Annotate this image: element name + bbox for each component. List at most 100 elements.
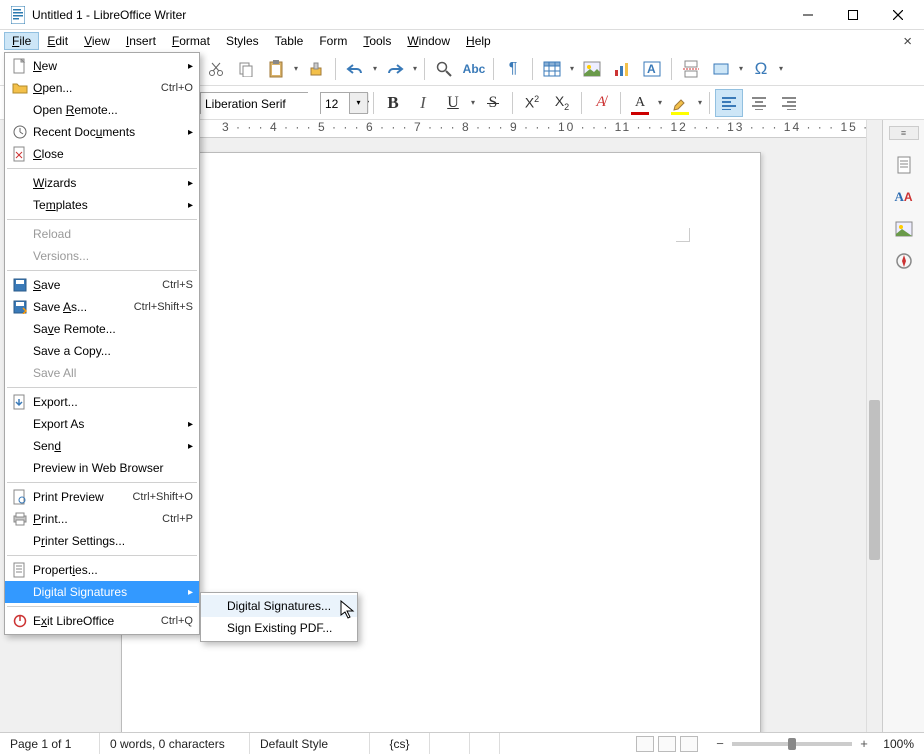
menu-window[interactable]: Window bbox=[399, 32, 458, 50]
sidebar-properties-button[interactable] bbox=[889, 150, 919, 180]
cut-button[interactable] bbox=[202, 55, 230, 83]
menu-help[interactable]: Help bbox=[458, 32, 499, 50]
menu-item-close[interactable]: Close bbox=[5, 143, 199, 165]
menu-file[interactable]: File bbox=[4, 32, 39, 50]
strikethrough-button[interactable]: S bbox=[479, 89, 507, 117]
status-page[interactable]: Page 1 of 1 bbox=[0, 733, 100, 754]
zoom-slider-knob[interactable] bbox=[788, 738, 796, 750]
insert-table-button[interactable] bbox=[538, 55, 566, 83]
menu-item-open-remote[interactable]: Open Remote... bbox=[5, 99, 199, 121]
menu-item-templates[interactable]: Templates▸ bbox=[5, 194, 199, 216]
font-size-dropdown[interactable]: ▾ bbox=[349, 93, 367, 113]
redo-button[interactable] bbox=[381, 55, 409, 83]
menu-item-exit[interactable]: Exit LibreOfficeCtrl+Q bbox=[5, 610, 199, 632]
redo-dropdown[interactable]: ▾ bbox=[411, 64, 419, 73]
font-color-button[interactable]: A bbox=[626, 89, 654, 117]
zoom-slider[interactable] bbox=[732, 742, 852, 746]
menu-item-open[interactable]: Open...Ctrl+O bbox=[5, 77, 199, 99]
paste-dropdown[interactable]: ▾ bbox=[292, 64, 300, 73]
formatting-marks-button[interactable]: ¶ bbox=[499, 55, 527, 83]
paste-button[interactable] bbox=[262, 55, 290, 83]
menu-edit[interactable]: Edit bbox=[39, 32, 76, 50]
menu-item-new[interactable]: New▸ bbox=[5, 55, 199, 77]
sidebar-navigator-button[interactable] bbox=[889, 246, 919, 276]
sidebar-styles-button[interactable]: AA bbox=[889, 182, 919, 212]
menu-table[interactable]: Table bbox=[267, 32, 312, 50]
menu-item-save-copy[interactable]: Save a Copy... bbox=[5, 340, 199, 362]
menu-item-wizards[interactable]: Wizards▸ bbox=[5, 172, 199, 194]
table-dropdown[interactable]: ▾ bbox=[568, 64, 576, 73]
status-style[interactable]: Default Style bbox=[250, 733, 370, 754]
book-view-button[interactable] bbox=[680, 736, 698, 752]
font-size-input[interactable] bbox=[321, 93, 349, 115]
menu-tools[interactable]: Tools bbox=[355, 32, 399, 50]
menu-item-save[interactable]: SaveCtrl+S bbox=[5, 274, 199, 296]
sidebar-gallery-button[interactable] bbox=[889, 214, 919, 244]
menu-item-recent[interactable]: Recent Documents▸ bbox=[5, 121, 199, 143]
menu-form[interactable]: Form bbox=[311, 32, 355, 50]
font-size-combo[interactable]: ▾ bbox=[320, 92, 368, 114]
menu-item-send[interactable]: Send▸ bbox=[5, 435, 199, 457]
insert-image-button[interactable] bbox=[578, 55, 606, 83]
menu-item-print-preview[interactable]: Print PreviewCtrl+Shift+O bbox=[5, 486, 199, 508]
single-page-view-button[interactable] bbox=[636, 736, 654, 752]
submenu-digital-signatures[interactable]: Digital Signatures... bbox=[201, 595, 357, 617]
highlight-button[interactable] bbox=[666, 89, 694, 117]
spellcheck-button[interactable]: Abc bbox=[460, 55, 488, 83]
zoom-value[interactable]: 100% bbox=[876, 737, 914, 751]
underline-button[interactable]: U bbox=[439, 89, 467, 117]
scrollbar-thumb[interactable] bbox=[869, 400, 880, 560]
font-color-dropdown[interactable]: ▾ bbox=[656, 98, 664, 107]
copy-button[interactable] bbox=[232, 55, 260, 83]
insert-field-button[interactable] bbox=[707, 55, 735, 83]
clone-formatting-button[interactable] bbox=[302, 55, 330, 83]
page[interactable] bbox=[121, 152, 761, 732]
menu-item-properties[interactable]: Properties... bbox=[5, 559, 199, 581]
menu-item-save-remote[interactable]: Save Remote... bbox=[5, 318, 199, 340]
align-left-button[interactable] bbox=[715, 89, 743, 117]
font-name-combo[interactable]: ▾ bbox=[200, 92, 308, 114]
status-language[interactable]: {cs} bbox=[370, 733, 430, 754]
zoom-out-button[interactable]: − bbox=[714, 736, 726, 751]
menu-format[interactable]: Format bbox=[164, 32, 218, 50]
special-char-dropdown[interactable]: ▾ bbox=[777, 64, 785, 73]
maximize-button[interactable] bbox=[830, 0, 875, 30]
close-document-button[interactable]: × bbox=[895, 33, 920, 50]
find-button[interactable] bbox=[430, 55, 458, 83]
special-char-button[interactable]: Ω bbox=[747, 55, 775, 83]
status-selection-mode[interactable] bbox=[470, 733, 500, 754]
menu-item-digital-signatures[interactable]: Digital Signatures▸ bbox=[5, 581, 199, 603]
menu-insert[interactable]: Insert bbox=[118, 32, 164, 50]
menu-item-print[interactable]: Print...Ctrl+P bbox=[5, 508, 199, 530]
page-break-button[interactable] bbox=[677, 55, 705, 83]
underline-dropdown[interactable]: ▾ bbox=[469, 98, 477, 107]
submenu-sign-existing-pdf[interactable]: Sign Existing PDF... bbox=[201, 617, 357, 639]
clear-formatting-button[interactable]: A̸ bbox=[587, 89, 615, 117]
multi-page-view-button[interactable] bbox=[658, 736, 676, 752]
status-wordcount[interactable]: 0 words, 0 characters bbox=[100, 733, 250, 754]
menu-item-save-as[interactable]: Save As...Ctrl+Shift+S bbox=[5, 296, 199, 318]
menu-item-export[interactable]: Export... bbox=[5, 391, 199, 413]
align-right-button[interactable] bbox=[775, 89, 803, 117]
menu-item-printer-settings[interactable]: Printer Settings... bbox=[5, 530, 199, 552]
insert-textbox-button[interactable]: A bbox=[638, 55, 666, 83]
zoom-in-button[interactable]: + bbox=[858, 736, 870, 751]
undo-button[interactable] bbox=[341, 55, 369, 83]
highlight-dropdown[interactable]: ▾ bbox=[696, 98, 704, 107]
superscript-button[interactable]: X2 bbox=[518, 89, 546, 117]
field-dropdown[interactable]: ▾ bbox=[737, 64, 745, 73]
close-button[interactable] bbox=[875, 0, 920, 30]
align-center-button[interactable] bbox=[745, 89, 773, 117]
menu-item-preview-web[interactable]: Preview in Web Browser bbox=[5, 457, 199, 479]
menu-item-export-as[interactable]: Export As▸ bbox=[5, 413, 199, 435]
insert-chart-button[interactable] bbox=[608, 55, 636, 83]
status-insert-mode[interactable] bbox=[430, 733, 470, 754]
subscript-button[interactable]: X2 bbox=[548, 89, 576, 117]
menu-styles[interactable]: Styles bbox=[218, 32, 267, 50]
bold-button[interactable]: B bbox=[379, 89, 407, 117]
italic-button[interactable]: I bbox=[409, 89, 437, 117]
minimize-button[interactable] bbox=[785, 0, 830, 30]
undo-dropdown[interactable]: ▾ bbox=[371, 64, 379, 73]
vertical-scrollbar[interactable] bbox=[866, 120, 882, 732]
sidebar-settings-button[interactable]: ≡ bbox=[889, 126, 919, 140]
